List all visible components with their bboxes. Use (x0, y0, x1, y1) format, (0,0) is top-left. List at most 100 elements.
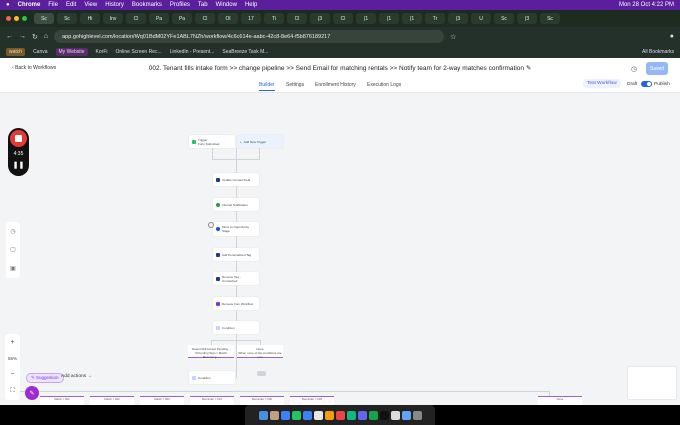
dock-app-icon[interactable] (335, 410, 345, 420)
menu-tab[interactable]: Tab (198, 2, 208, 8)
url-input[interactable]: app.gohighlevel.com/location/Wq01BdM02YF… (54, 30, 445, 43)
dock-app-icon[interactable] (302, 410, 312, 420)
tab-execution-logs[interactable]: Execution Logs (367, 82, 401, 88)
bottom-branch[interactable]: Reminder = 001 (190, 396, 234, 405)
browser-tab[interactable]: Hi (80, 13, 100, 24)
browser-tab[interactable]: Ol (218, 13, 238, 24)
pause-button[interactable]: ❚❚ (8, 161, 29, 169)
tab-settings[interactable]: Settings (286, 82, 304, 88)
stop-record-button[interactable] (10, 130, 27, 147)
fit-view-icon[interactable]: ⛶ (10, 388, 14, 395)
dock-app-icon[interactable] (379, 410, 389, 420)
menu-window[interactable]: Window (216, 2, 237, 8)
bookmark-watch[interactable]: watch (6, 48, 26, 56)
dock-app-icon[interactable] (280, 410, 290, 420)
workflow-canvas[interactable] (0, 93, 680, 405)
star-icon[interactable]: ☆ (450, 33, 456, 41)
profile-avatar[interactable]: ● (670, 33, 674, 40)
dock-app-icon[interactable] (357, 410, 367, 420)
zoom-out-button[interactable]: − (10, 371, 14, 378)
action-node[interactable]: Remove Tag - Unmatched (213, 272, 259, 285)
dock-app-icon[interactable] (390, 410, 400, 420)
menu-bookmarks[interactable]: Bookmarks (132, 2, 162, 8)
minimap[interactable] (627, 366, 677, 400)
browser-tab[interactable]: (1 (379, 13, 399, 24)
browser-tab[interactable]: Ti (264, 13, 284, 24)
dock-app-icon[interactable] (412, 410, 422, 420)
condition-node[interactable]: Condition (213, 321, 259, 334)
bottom-branch[interactable]: Match = 003 (140, 396, 184, 405)
action-node[interactable]: Internal Notification (213, 198, 259, 211)
add-new-trigger-node[interactable]: + Add New Trigger (237, 135, 283, 148)
close-window-button[interactable] (6, 16, 11, 21)
browser-tab[interactable]: (3 (310, 13, 330, 24)
trigger-node[interactable]: Trigger Form Submitted (189, 135, 235, 148)
branch-tenant-accept[interactable]: Tenant Will Accept Pending... If Pending … (188, 345, 234, 359)
menu-file[interactable]: File (48, 2, 58, 8)
browser-tab[interactable]: Pa (149, 13, 169, 24)
dock-app-icon[interactable] (368, 410, 378, 420)
test-workflow-button[interactable]: Test Workflow (583, 79, 621, 88)
tab-builder[interactable]: Builder (259, 82, 275, 91)
browser-tab[interactable]: Pa (172, 13, 192, 24)
bottom-branch[interactable]: None (538, 396, 582, 405)
menu-history[interactable]: History (105, 2, 124, 8)
menu-help[interactable]: Help (245, 2, 257, 8)
all-bookmarks[interactable]: All Bookmarks (642, 49, 674, 55)
browser-tab[interactable]: Cl (287, 13, 307, 24)
action-node[interactable]: Move to Opportunity Stage (213, 222, 259, 236)
maximize-window-button[interactable] (22, 16, 27, 21)
add-actions-button[interactable]: Add actions → (61, 374, 92, 379)
browser-tab[interactable]: (1 (402, 13, 422, 24)
bookmark-my-website[interactable]: My Website (55, 48, 88, 56)
browser-tab[interactable]: Sc (57, 13, 77, 24)
apple-icon[interactable]: ● (6, 2, 10, 8)
action-node[interactable]: Remove from Workflow (213, 297, 259, 310)
back-icon[interactable]: ← (6, 33, 13, 40)
suggestion-button[interactable]: ✎ Suggestion (26, 373, 64, 383)
history-icon[interactable]: ◷ (10, 228, 15, 235)
menu-edit[interactable]: Edit (66, 2, 76, 8)
ai-assistant-button[interactable]: ✎ (25, 386, 39, 400)
browser-tab[interactable]: 17 (241, 13, 261, 24)
bottom-branch[interactable]: Match = 001 (40, 396, 84, 405)
browser-tab[interactable]: Sc (540, 13, 560, 24)
dock-app-icon[interactable] (346, 410, 356, 420)
dock-app-icon[interactable] (258, 410, 268, 420)
forward-icon[interactable]: → (19, 33, 26, 40)
bookmark-linkedin[interactable]: LinkedIn - Present... (170, 49, 215, 55)
bottom-branch[interactable]: Reminder = 003 (290, 396, 334, 405)
dock-app-icon[interactable] (291, 410, 301, 420)
dock-app-icon[interactable] (269, 410, 279, 420)
dock-app-icon[interactable] (401, 410, 411, 420)
browser-tab[interactable]: Cl (333, 13, 353, 24)
bottom-branch[interactable]: Reminder = 002 (240, 396, 284, 405)
menu-view[interactable]: View (84, 2, 97, 8)
reload-icon[interactable]: ↻ (32, 33, 38, 41)
browser-tab[interactable]: Cl (126, 13, 146, 24)
browser-tab[interactable]: (3 (517, 13, 537, 24)
bookmark-seabreeze[interactable]: SeaBreeze Task M... (222, 49, 268, 55)
menu-profiles[interactable]: Profiles (170, 2, 190, 8)
action-node[interactable]: Update Contact Field (213, 173, 259, 186)
dock-app-icon[interactable] (313, 410, 323, 420)
bookmark-korfi[interactable]: KorFi (96, 49, 108, 55)
saved-button[interactable]: Saved (646, 62, 668, 75)
minimize-window-button[interactable] (14, 16, 19, 21)
condition-node[interactable]: Condition (189, 371, 235, 384)
bookmark-canva[interactable]: Canva (33, 49, 47, 55)
bottom-branch[interactable]: Match = 002 (90, 396, 134, 405)
browser-tab[interactable]: Sc (34, 13, 54, 24)
notes-icon[interactable]: ▣ (10, 265, 16, 272)
workflow-title[interactable]: 002. Tenant fills intake form >> change … (0, 64, 680, 72)
dock-app-icon[interactable] (324, 410, 334, 420)
menu-app[interactable]: Chrome (18, 2, 41, 8)
home-icon[interactable]: ⌂ (44, 33, 48, 40)
browser-tab[interactable]: (3 (448, 13, 468, 24)
comment-icon[interactable]: ▢ (10, 246, 16, 253)
history-icon[interactable]: ◷ (631, 65, 637, 73)
action-node[interactable]: Add Personalized Tag (213, 248, 259, 261)
browser-tab[interactable]: Tr (425, 13, 445, 24)
zoom-in-button[interactable]: + (10, 339, 14, 346)
browser-tab[interactable]: (1 (356, 13, 376, 24)
